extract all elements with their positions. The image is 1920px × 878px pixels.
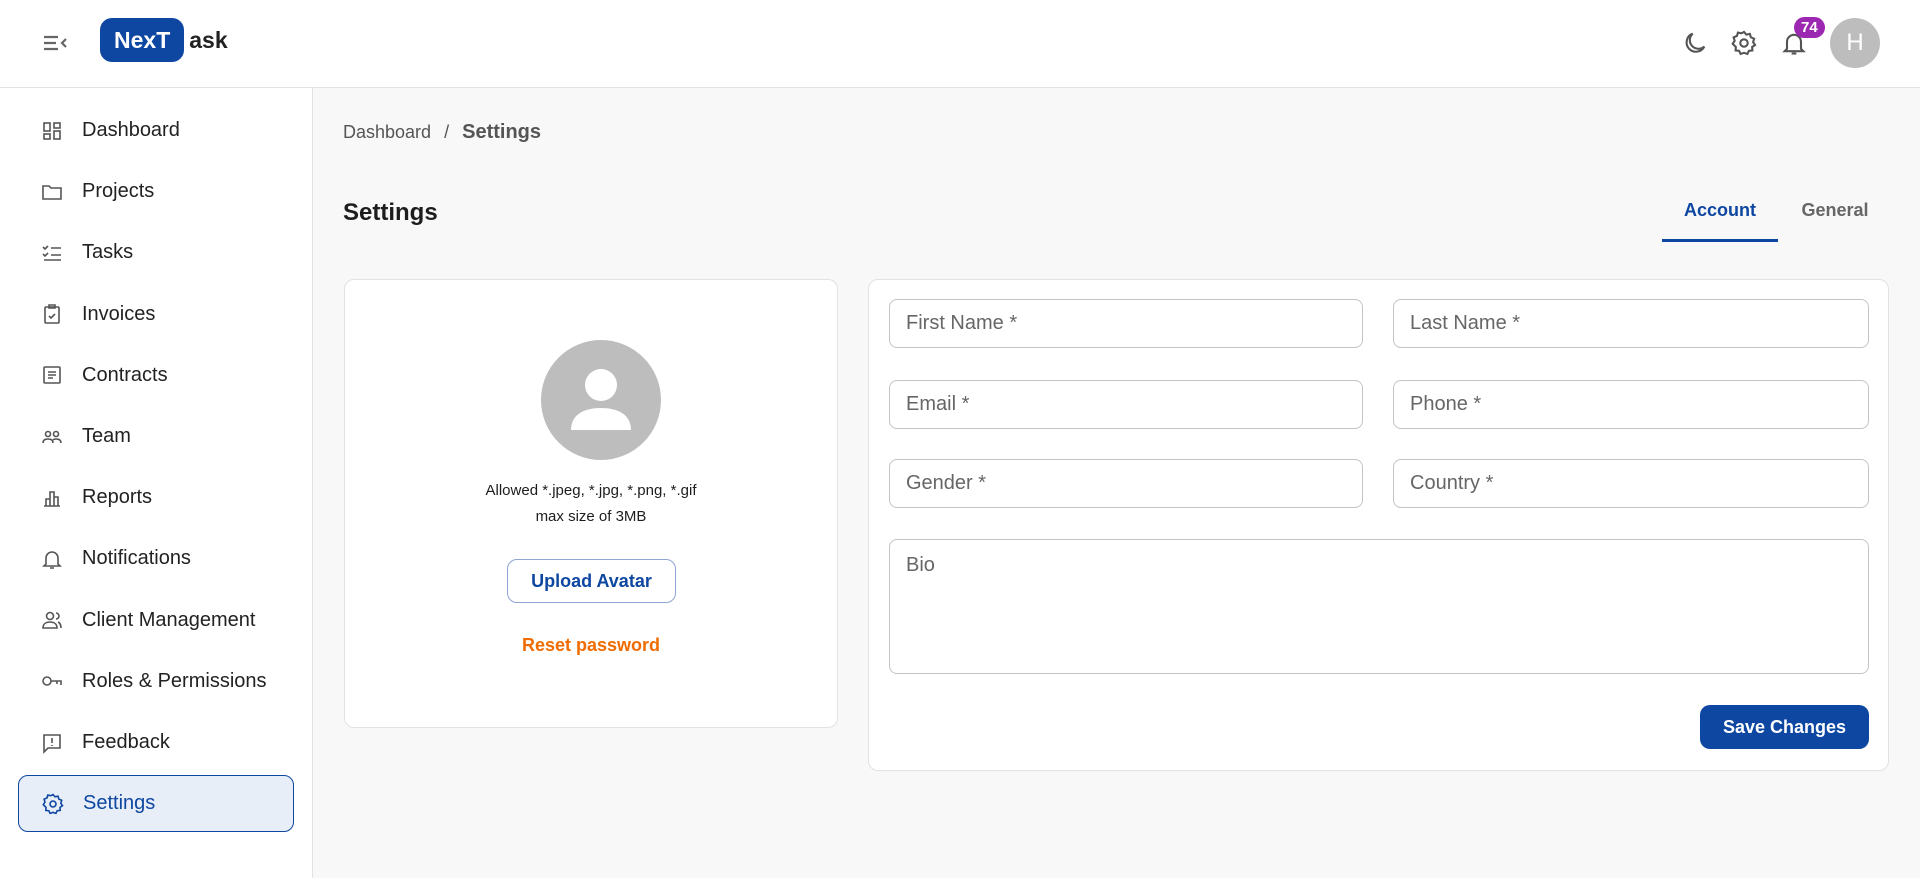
sidebar-item-label: Projects <box>82 180 155 203</box>
sidebar-item-contracts[interactable]: Contracts <box>18 347 294 404</box>
sidebar-item-label: Notifications <box>82 547 191 570</box>
account-form-card <box>868 279 1889 771</box>
dashboard-icon <box>43 121 61 140</box>
avatar-placeholder[interactable] <box>541 340 661 460</box>
user-avatar[interactable]: H <box>1830 18 1880 68</box>
sidebar-item-label: Reports <box>82 486 153 509</box>
checklist-icon <box>42 245 61 261</box>
sidebar-item-label: Invoices <box>82 302 156 325</box>
save-changes-button[interactable]: Save Changes <box>1700 705 1869 749</box>
tab-general[interactable]: General <box>1790 200 1880 242</box>
gender-input[interactable] <box>889 459 1363 508</box>
sidebar-item-client-management[interactable]: Client Management <box>18 592 294 649</box>
top-header: NexT ask 74 H <box>0 0 1920 88</box>
folder-icon <box>42 184 62 200</box>
sidebar-item-dashboard[interactable]: Dashboard <box>18 102 294 159</box>
first-name-input[interactable] <box>889 299 1363 348</box>
sidebar-item-tasks[interactable]: Tasks <box>18 224 294 281</box>
sidebar-item-roles-permissions[interactable]: Roles & Permissions <box>18 653 294 710</box>
breadcrumb-dashboard[interactable]: Dashboard <box>343 122 431 142</box>
tab-account[interactable]: Account <box>1662 200 1778 242</box>
sidebar-item-notifications[interactable]: Notifications <box>18 530 294 587</box>
logo-box: NexT <box>100 18 185 62</box>
team-icon <box>42 430 62 443</box>
max-size: max size of 3MB <box>535 508 647 525</box>
avatar-card: Allowed *.jpeg, *.jpg, *.png, *.gif max … <box>344 279 838 728</box>
sidebar-item-settings[interactable]: Settings <box>18 775 294 833</box>
sidebar-item-label: Roles & Permissions <box>82 669 267 692</box>
sidebar-item-reports[interactable]: Reports <box>18 469 294 526</box>
sidebar-item-label: Dashboard <box>82 119 180 141</box>
bell-icon <box>42 551 62 569</box>
document-icon <box>43 366 61 385</box>
sidebar-item-invoices[interactable]: Invoices <box>18 286 294 343</box>
users-icon <box>42 611 62 629</box>
user-silhouette-icon <box>571 369 631 430</box>
allowed-formats: Allowed *.jpeg, *.jpg, *.png, *.gif <box>485 482 697 499</box>
last-name-input[interactable] <box>1393 299 1869 348</box>
upload-avatar-button[interactable]: Upload Avatar <box>507 559 676 603</box>
clipboard-check-icon <box>44 304 60 324</box>
breadcrumb: Dashboard / Settings <box>343 121 541 144</box>
sidebar-item-label: Settings <box>83 792 156 815</box>
gear-icon[interactable] <box>1730 29 1758 57</box>
reset-password-link[interactable]: Reset password <box>345 635 837 656</box>
key-icon <box>42 676 62 687</box>
logo-text: ask <box>189 26 228 53</box>
sidebar-item-label: Feedback <box>82 731 170 753</box>
country-input[interactable] <box>1393 459 1869 508</box>
sidebar-item-label: Client Management <box>82 608 256 631</box>
sidebar-item-team[interactable]: Team <box>18 408 294 465</box>
sidebar-item-label: Tasks <box>82 241 134 264</box>
notification-badge: 74 <box>1794 17 1825 38</box>
breadcrumb-separator: / <box>444 122 450 142</box>
sidebar-item-label: Team <box>82 425 131 447</box>
page-title: Settings <box>343 199 438 226</box>
bar-chart-icon <box>44 490 60 507</box>
email-input[interactable] <box>889 380 1363 429</box>
sidebar-item-label: Contracts <box>82 363 168 386</box>
menu-collapse-icon[interactable] <box>42 31 68 55</box>
logo[interactable]: NexT ask <box>100 18 228 62</box>
breadcrumb-current: Settings <box>462 121 542 143</box>
gear-icon <box>42 793 64 815</box>
sidebar: Dashboard Projects Tasks Invoices Contracts T… <box>0 88 313 878</box>
sidebar-item-projects[interactable]: Projects <box>18 163 294 220</box>
feedback-icon <box>43 733 61 754</box>
phone-input[interactable] <box>1393 380 1869 429</box>
moon-icon[interactable] <box>1681 29 1709 57</box>
sidebar-item-feedback[interactable]: Feedback <box>18 714 294 771</box>
bio-textarea[interactable] <box>889 539 1869 674</box>
